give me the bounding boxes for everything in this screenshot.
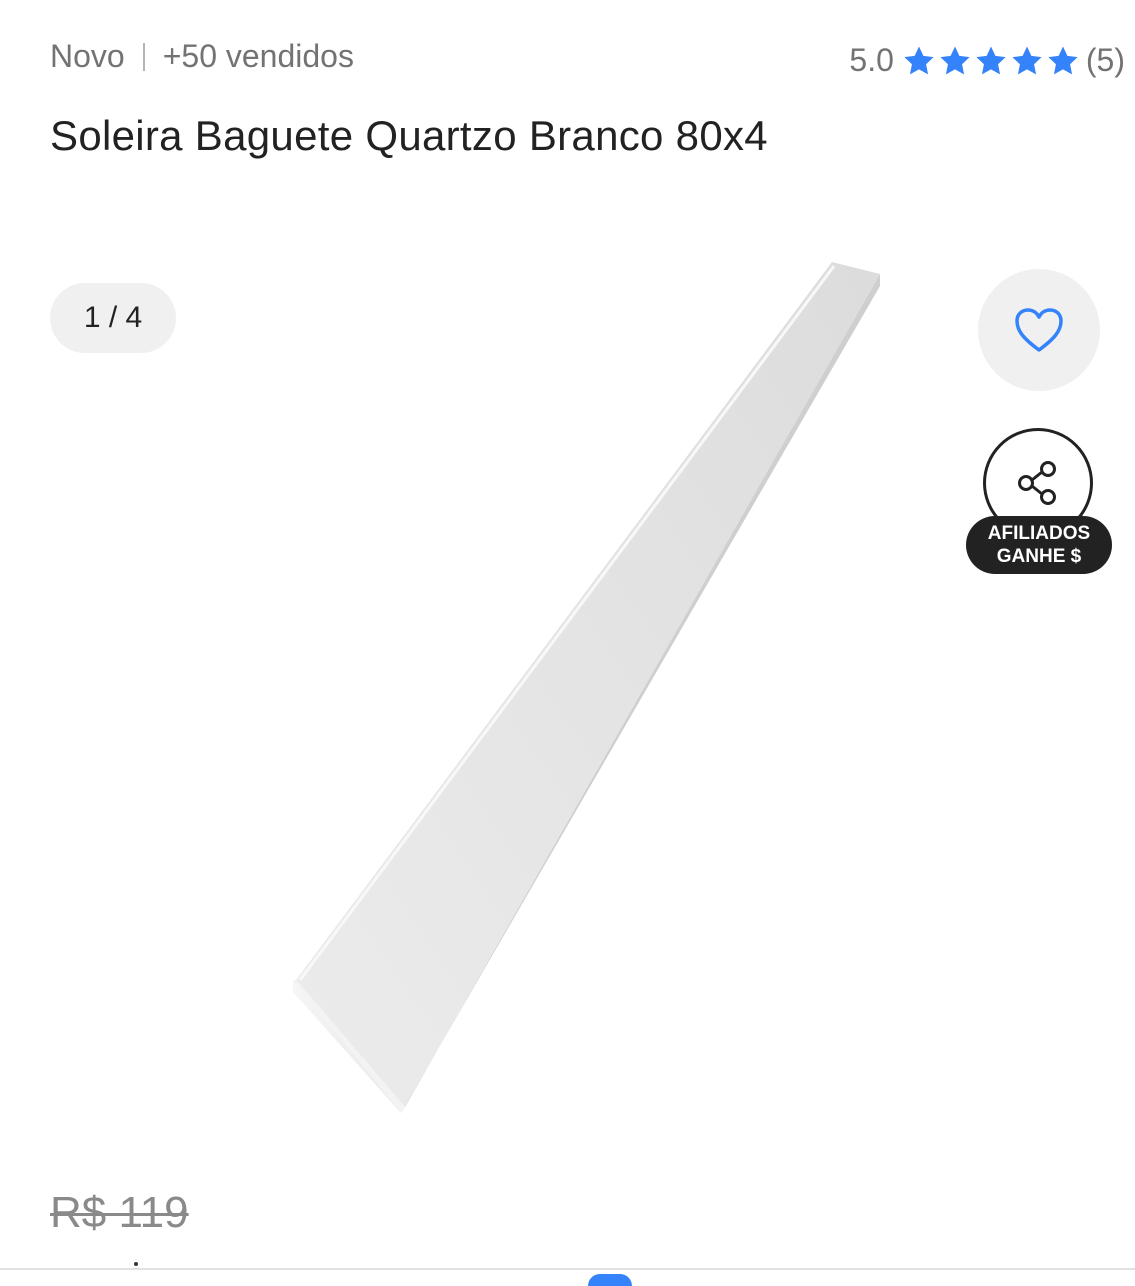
favorite-button[interactable] xyxy=(978,269,1100,391)
image-counter: 1 / 4 xyxy=(50,283,176,353)
affiliate-earn-label: GANHE $ xyxy=(996,546,1082,567)
condition-label: Novo xyxy=(50,38,125,74)
affiliate-badge[interactable]: AFILIADOS GANHE $ xyxy=(966,516,1112,574)
product-title: Soleira Baguete Quartzo Branco 80x4 xyxy=(50,112,768,159)
star-icon xyxy=(976,46,1006,74)
star-icon xyxy=(904,46,934,74)
meta-row: Novo +50 vendidos xyxy=(50,38,354,75)
rating-summary[interactable]: 5.0 (5) xyxy=(849,42,1125,79)
rating-score: 5.0 xyxy=(849,42,894,78)
heart-icon xyxy=(1015,308,1063,352)
product-gallery[interactable] xyxy=(0,200,1135,1160)
meta-separator xyxy=(142,42,145,71)
star-icon xyxy=(940,46,970,74)
affiliate-share[interactable]: AFILIADOS GANHE $ xyxy=(966,428,1112,578)
bottom-dot xyxy=(134,1262,138,1266)
product-image xyxy=(293,262,880,1113)
rating-count: (5) xyxy=(1085,42,1125,78)
affiliate-label: AFILIADOS xyxy=(987,523,1091,544)
rating-stars xyxy=(902,44,1080,78)
star-icon xyxy=(1048,46,1078,74)
star-icon xyxy=(1012,46,1042,74)
original-price: R$ 119 xyxy=(50,1188,189,1237)
sold-count: +50 vendidos xyxy=(162,38,354,74)
bottom-accent xyxy=(588,1274,632,1286)
share-icon xyxy=(1018,461,1056,505)
bottom-divider xyxy=(0,1268,1135,1270)
